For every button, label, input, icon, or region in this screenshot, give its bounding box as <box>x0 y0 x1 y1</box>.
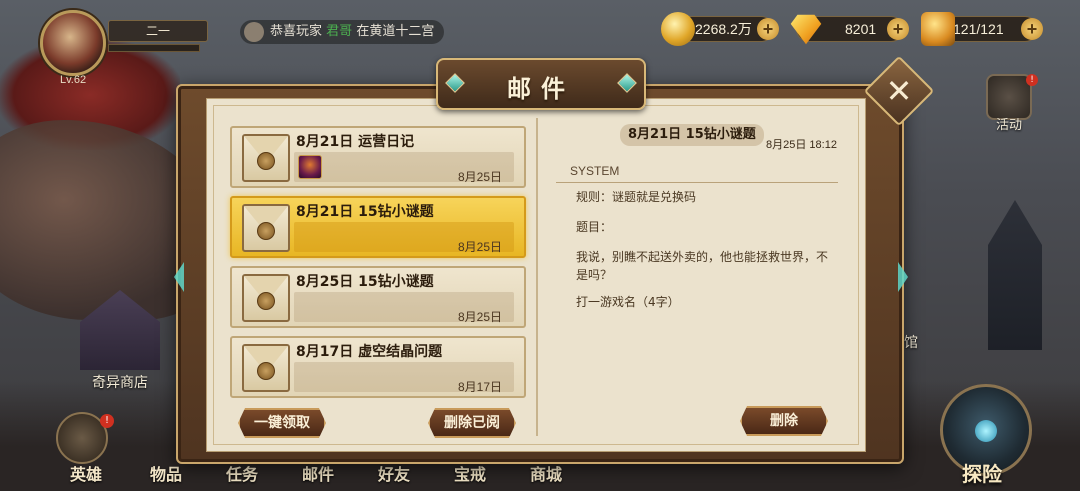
envelope-icon <box>242 134 290 182</box>
mail-list-item-selected[interactable]: 8月21日 15钻小谜题 8月25日 <box>230 196 526 258</box>
player-avatar[interactable] <box>40 10 106 76</box>
broadcast-banner[interactable]: 恭喜玩家 君哥 在黄道十二宫 <box>240 20 445 44</box>
stamina-counter: 121/121 + <box>921 12 1043 46</box>
mail-detail-time: 8月25日 18:12 <box>766 139 837 151</box>
gold-amount: 2268.2万 <box>695 21 752 37</box>
claim-all-button[interactable]: 一键领取 <box>238 408 326 438</box>
player-level: Lv.62 <box>60 74 87 86</box>
mail-item-date: 8月17日 <box>457 380 502 394</box>
stamina-icon <box>921 12 955 46</box>
mail-item-title: 8月21日 运营日记 <box>296 134 415 150</box>
mail-detail-title: 8月21日 15钻小谜题 <box>620 124 764 146</box>
seal-icon <box>257 292 275 310</box>
envelope-icon <box>242 274 290 322</box>
mail-detail-line: 题目： <box>576 220 613 234</box>
mail-detail-line: 打一游戏名（4字） <box>576 295 680 309</box>
gold-counter: 2268.2万 + <box>661 12 779 46</box>
seal-icon <box>257 222 275 240</box>
mail-item-date: 8月25日 <box>457 170 502 184</box>
activity-label: 活动 <box>996 118 1023 133</box>
seal-icon <box>257 152 275 170</box>
seal-icon <box>257 362 275 380</box>
mail-list-item[interactable]: 8月17日 虚空结晶问题 8月17日 <box>230 336 526 398</box>
attachment-item-icon <box>298 155 322 179</box>
mail-title-plate: 邮件 <box>436 58 646 110</box>
add-stamina-button[interactable]: + <box>1021 18 1043 40</box>
mail-list-item[interactable]: 8月25日 15钻小谜题 8月25日 <box>230 266 526 328</box>
chat-bubble-icon <box>244 22 264 42</box>
player-exp-bar <box>108 44 200 52</box>
broadcast-player: 君哥 <box>326 24 353 39</box>
nav-friends[interactable]: 好友 <box>378 461 410 485</box>
mail-item-title: 8月25日 15钻小谜题 <box>296 274 434 290</box>
mail-list-item[interactable]: 8月21日 运营日记 8月25日 <box>230 126 526 188</box>
broadcast-prefix: 恭喜玩家 <box>270 24 323 39</box>
nav-mail[interactable]: 邮件 <box>302 461 334 485</box>
activity-notification-dot: ! <box>1026 74 1038 86</box>
explore-label: 探险 <box>962 462 1002 486</box>
mail-window-title: 邮件 <box>507 75 575 103</box>
broadcast-suffix: 在黄道十二宫 <box>356 24 435 39</box>
mail-divider <box>536 118 538 436</box>
nav-items[interactable]: 物品 <box>150 461 182 485</box>
nav-rings[interactable]: 宝戒 <box>454 461 486 485</box>
nav-store[interactable]: 商城 <box>530 461 562 485</box>
add-diamond-button[interactable]: + <box>887 18 909 40</box>
mail-item-title: 8月21日 15钻小谜题 <box>296 204 434 220</box>
hall-label[interactable]: 馆 <box>904 332 918 352</box>
sender-divider <box>556 182 838 183</box>
diamond-counter: 8201 + <box>790 14 909 45</box>
mail-detail-sender: SYSTEM <box>570 164 620 178</box>
stamina-amount: 121/121 <box>953 21 1004 37</box>
delete-button[interactable]: 删除 <box>740 406 828 436</box>
add-gold-button[interactable]: + <box>757 18 779 40</box>
mail-item-date: 8月25日 <box>457 310 502 324</box>
mail-detail-line: 规则：谜题就是兑换码 <box>576 190 697 204</box>
envelope-icon <box>242 344 290 392</box>
nav-heroes[interactable]: 英雄 <box>70 461 102 485</box>
explore-gem-icon <box>975 420 997 442</box>
delete-read-button[interactable]: 删除已阅 <box>428 408 516 438</box>
nav-tasks[interactable]: 任务 <box>226 461 258 485</box>
mail-detail-line: 我说，别瞧不起送外卖的，他也能拯救世界，不是吗？ <box>576 250 829 282</box>
mail-item-date: 8月25日 <box>457 240 502 254</box>
mail-item-title: 8月17日 虚空结晶问题 <box>296 344 443 360</box>
envelope-icon <box>242 204 290 252</box>
gold-coin-icon <box>661 12 695 46</box>
close-icon[interactable]: ✕ <box>874 66 924 116</box>
hero-notification-dot: ! <box>100 414 114 428</box>
strange-shop-label[interactable]: 奇异商店 <box>92 372 148 392</box>
background-tower[interactable] <box>988 200 1042 350</box>
player-name: 二一 <box>108 20 208 42</box>
diamond-amount: 8201 <box>845 21 877 37</box>
